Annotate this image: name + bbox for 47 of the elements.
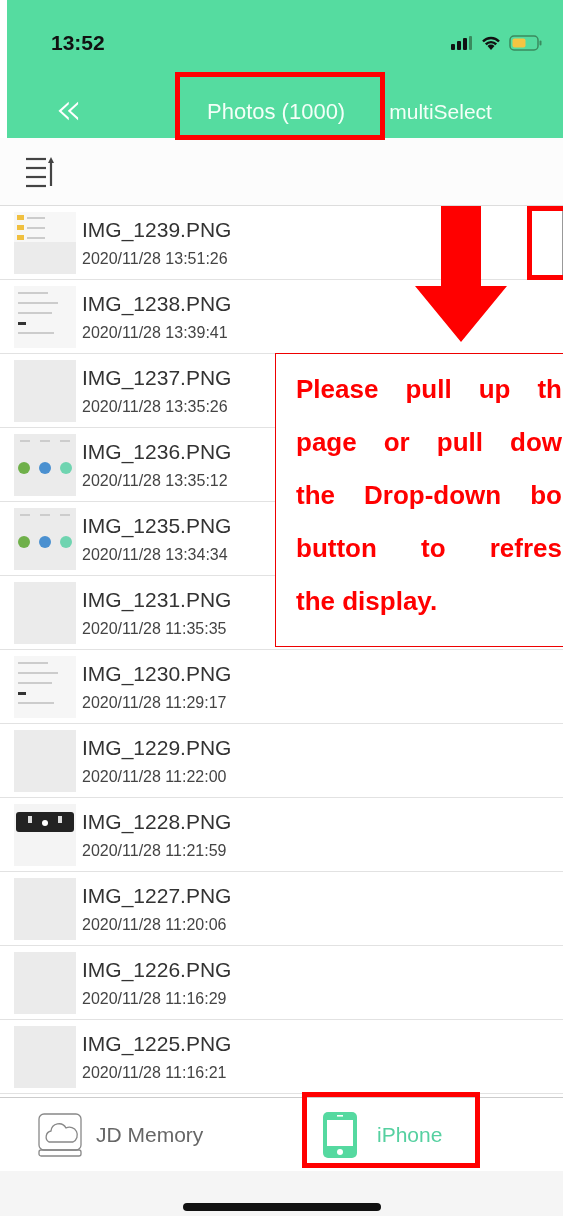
callout-text: page or pull dow	[296, 427, 562, 458]
file-name: IMG_1228.PNG	[82, 809, 232, 834]
cloud-drive-icon	[38, 1111, 84, 1158]
page-title: Photos (1000)	[207, 98, 346, 125]
battery-icon	[509, 34, 543, 51]
file-date: 2020/11/28 11:29:17	[82, 693, 228, 712]
file-date: 2020/11/28 13:39:41	[82, 323, 229, 342]
file-date: 2020/11/28 13:35:12	[82, 471, 229, 490]
thumbnail-image	[14, 285, 76, 348]
back-button[interactable]: «	[45, 86, 91, 137]
thumbnail-image	[14, 507, 76, 570]
file-date: 2020/11/28 11:22:00	[82, 767, 228, 786]
tab[interactable]: iPhone	[278, 1098, 563, 1171]
file-date: 2020/11/28 11:16:21	[82, 1063, 228, 1082]
file-name: IMG_1236.PNG	[82, 439, 232, 464]
down-arrow-icon	[415, 206, 507, 342]
file-name: IMG_1237.PNG	[82, 365, 232, 390]
phone-icon	[323, 1111, 357, 1158]
thumbnail-image	[14, 803, 76, 866]
file-name: IMG_1229.PNG	[82, 735, 232, 760]
file-name: IMG_1231.PNG	[82, 587, 232, 612]
file-name: IMG_1226.PNG	[82, 957, 232, 982]
thumbnail-image	[14, 655, 76, 718]
signal-icon	[451, 35, 473, 50]
wifi-icon	[481, 35, 501, 50]
callout-text: the display.	[296, 586, 439, 617]
tab[interactable]: JD Memory	[0, 1098, 278, 1171]
file-name: IMG_1239.PNG	[82, 217, 232, 242]
file-date: 2020/11/28 13:35:26	[82, 397, 229, 416]
file-name: IMG_1225.PNG	[82, 1031, 232, 1056]
file-date: 2020/11/28 13:34:34	[82, 545, 229, 564]
callout-text: the Drop-down bo	[296, 480, 562, 511]
file-date: 2020/11/28 11:21:59	[82, 841, 228, 860]
thumbnail-image	[14, 211, 76, 274]
thumbnail-image	[14, 433, 76, 496]
file-name: IMG_1227.PNG	[82, 883, 232, 908]
file-date: 2020/11/28 13:51:26	[82, 249, 229, 268]
file-name: IMG_1238.PNG	[82, 291, 232, 316]
file-date: 2020/11/28 11:20:06	[82, 915, 228, 934]
callout-text: Please pull up th	[296, 374, 562, 405]
callout-text: button to refres	[296, 533, 562, 564]
status-time: 13:52	[51, 30, 105, 55]
file-name: IMG_1230.PNG	[82, 661, 232, 686]
file-date: 2020/11/28 11:35:35	[82, 619, 228, 638]
file-name: IMG_1235.PNG	[82, 513, 232, 538]
multiselect-button[interactable]: multiSelect	[389, 99, 492, 124]
file-date: 2020/11/28 11:16:29	[82, 989, 228, 1008]
